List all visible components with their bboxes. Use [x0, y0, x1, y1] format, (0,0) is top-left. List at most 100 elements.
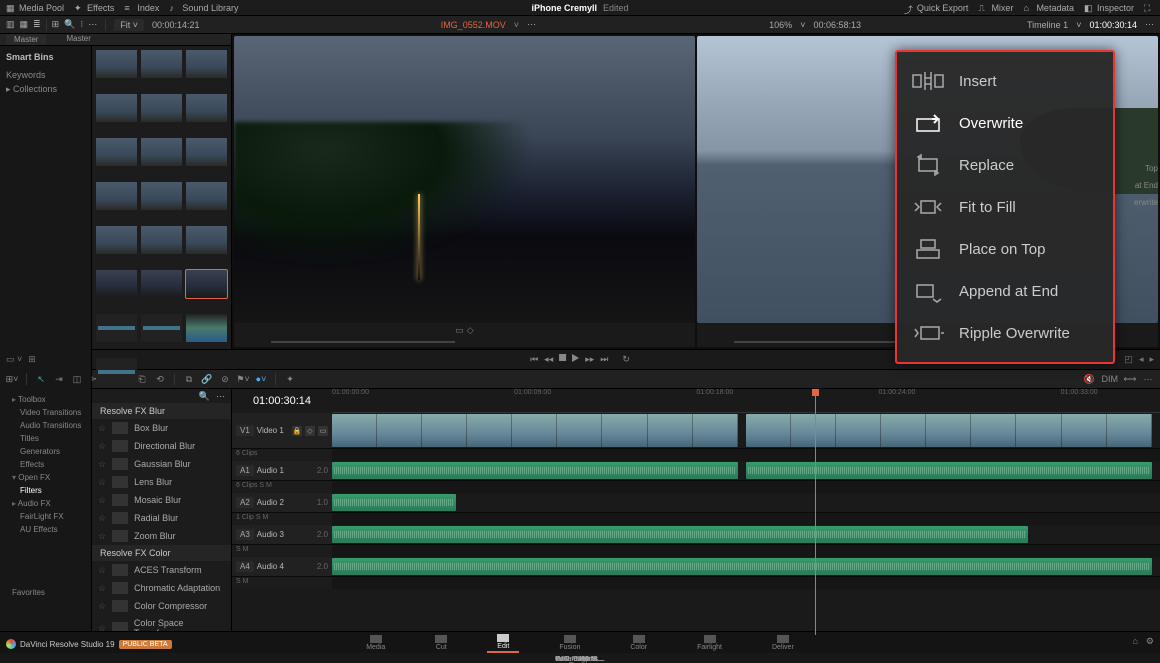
track-disable-v1[interactable]: ▭	[318, 426, 328, 436]
track-header-a3[interactable]: A3 Audio 3 2.0	[232, 525, 332, 544]
list-view-icon[interactable]: ≣	[33, 19, 41, 30]
track-header-a4[interactable]: A4 Audio 4 2.0	[232, 557, 332, 576]
dual-viewer-icon[interactable]: ⊞	[28, 354, 36, 365]
track-body-a4[interactable]	[332, 557, 1160, 576]
track-lock-v1[interactable]: 🔒	[292, 426, 302, 436]
bin-header[interactable]: Master	[6, 34, 46, 45]
fx-item[interactable]: ☆Color Compressor	[92, 597, 231, 615]
pool-clip[interactable]	[186, 94, 227, 122]
viewer-mode-icon[interactable]: ▭ ˅	[6, 354, 22, 365]
star-icon[interactable]: ☆	[98, 459, 106, 470]
fx-item[interactable]: ☆Radial Blur	[92, 509, 231, 527]
track-body-v1[interactable]	[332, 413, 1160, 448]
mark-out-icon[interactable]: ▸	[1149, 354, 1154, 365]
pool-clip[interactable]	[186, 314, 227, 342]
project-settings-button[interactable]: ⚙	[1146, 636, 1154, 647]
a2-solo[interactable]: S	[256, 514, 261, 521]
track-header-a2[interactable]: A2 Audio 2 1.0	[232, 493, 332, 512]
track-header-a1[interactable]: A1 Audio 1 2.0	[232, 461, 332, 480]
clip-a4[interactable]	[332, 558, 1152, 575]
timeline-timecode[interactable]: 01:00:30:14	[232, 389, 332, 413]
star-icon[interactable]: ☆	[98, 495, 106, 506]
pool-clip[interactable]	[186, 50, 227, 78]
tree-audiofx[interactable]: Audio FX	[4, 497, 87, 510]
timeline-view-options-icon[interactable]: ⊞˅	[6, 373, 18, 385]
pool-clip[interactable]	[96, 182, 137, 210]
first-frame-button[interactable]: ⏮	[530, 354, 538, 365]
clip-a3[interactable]	[332, 526, 1028, 543]
edit-fit-to-fill[interactable]: Fit to Fill	[897, 186, 1113, 228]
match-frame-icon[interactable]: ▭	[455, 325, 464, 336]
mute-icon[interactable]: 🔇	[1084, 373, 1096, 385]
track-body-a2[interactable]	[332, 493, 1160, 512]
star-icon[interactable]: ☆	[98, 531, 106, 542]
edit-overwrite[interactable]: Overwrite	[897, 102, 1113, 144]
dim-button[interactable]: DIM	[1102, 374, 1119, 384]
overwrite-clip-icon[interactable]: ⎗	[136, 373, 148, 385]
media-pool-toggle[interactable]: ▦Media Pool	[6, 3, 64, 13]
source-scrubber[interactable]	[234, 337, 695, 347]
filter-icon[interactable]: ⁝	[80, 19, 83, 30]
ai-tools-icon[interactable]: ✦	[284, 373, 296, 385]
tc-more-icon[interactable]: ⋯	[1145, 19, 1154, 30]
program-zoom[interactable]: 106%	[769, 20, 792, 30]
last-frame-button[interactable]: ⏭	[600, 354, 608, 365]
tree-favorites[interactable]: Favorites	[4, 586, 87, 599]
stop-button[interactable]	[559, 354, 566, 361]
trim-tool-icon[interactable]: ⇥	[53, 373, 65, 385]
pool-clip[interactable]	[186, 270, 227, 298]
pool-clip[interactable]	[141, 50, 182, 78]
pool-clip[interactable]	[96, 94, 137, 122]
fx-item[interactable]: ☆Zoom Blur	[92, 527, 231, 545]
tree-audio-transitions[interactable]: Audio Transitions	[4, 419, 87, 432]
source-image[interactable]	[234, 36, 695, 323]
clip-v1-a[interactable]	[332, 414, 738, 447]
a4-solo[interactable]: S	[236, 578, 241, 585]
match-icon[interactable]: ◰	[1124, 354, 1133, 365]
bin-keywords[interactable]: Keywords	[6, 68, 85, 82]
edit-place-on-top[interactable]: Place on Top	[897, 228, 1113, 270]
full-screen-button[interactable]: ⛶	[1144, 3, 1154, 13]
page-media[interactable]: Media	[356, 634, 395, 652]
metadata-toggle[interactable]: ⌂Metadata	[1023, 3, 1074, 13]
marker-icon[interactable]: ●˅	[255, 373, 267, 385]
more-icon[interactable]: ⋯	[88, 19, 97, 30]
pool-clip[interactable]	[141, 226, 182, 254]
pool-clip[interactable]	[96, 270, 137, 298]
mark-in-icon[interactable]: ◂	[1139, 354, 1144, 365]
loop-button[interactable]: ↻	[622, 354, 630, 365]
star-icon[interactable]: ☆	[98, 441, 106, 452]
dynamic-trim-icon[interactable]: ◫	[71, 373, 83, 385]
pool-clip[interactable]	[141, 270, 182, 298]
fx-item[interactable]: ☆Lens Blur	[92, 473, 231, 491]
pool-clip[interactable]	[96, 314, 137, 342]
a1-solo[interactable]: S	[259, 482, 264, 489]
grid-icon[interactable]: ▦	[20, 19, 29, 30]
star-icon[interactable]: ☆	[98, 583, 106, 594]
timeline-name[interactable]: Timeline 1	[1027, 20, 1068, 30]
fx-more-icon[interactable]: ⋯	[216, 391, 225, 401]
pool-clip[interactable]	[141, 94, 182, 122]
zoom-slider-icon[interactable]: ⟷	[1124, 373, 1136, 385]
pool-clip[interactable]	[141, 138, 182, 166]
home-button[interactable]: ⌂	[1132, 636, 1137, 647]
edit-ripple-overwrite[interactable]: Ripple Overwrite	[897, 312, 1113, 354]
tree-generators[interactable]: Generators	[4, 445, 87, 458]
fx-item[interactable]: ☆Mosaic Blur	[92, 491, 231, 509]
page-deliver[interactable]: Deliver	[762, 634, 804, 652]
tree-titles[interactable]: Titles	[4, 432, 87, 445]
a2-mute[interactable]: M	[262, 514, 268, 521]
tree-video-transitions[interactable]: Video Transitions	[4, 406, 87, 419]
page-cut[interactable]: Cut	[425, 634, 457, 652]
fx-search-icon[interactable]: 🔍	[199, 391, 210, 401]
mixer-toggle[interactable]: ⎍Mixer	[978, 3, 1013, 13]
a3-mute[interactable]: M	[243, 546, 249, 553]
tree-openfx[interactable]: Open FX	[4, 471, 87, 484]
pool-clip[interactable]	[186, 226, 227, 254]
pool-clip[interactable]	[141, 314, 182, 342]
fx-item[interactable]: ☆Box Blur	[92, 419, 231, 437]
playhead[interactable]	[815, 389, 816, 635]
fx-item[interactable]: ☆Gaussian Blur	[92, 455, 231, 473]
snap-icon[interactable]: ⧉	[183, 373, 195, 385]
fx-item[interactable]: ☆Directional Blur	[92, 437, 231, 455]
